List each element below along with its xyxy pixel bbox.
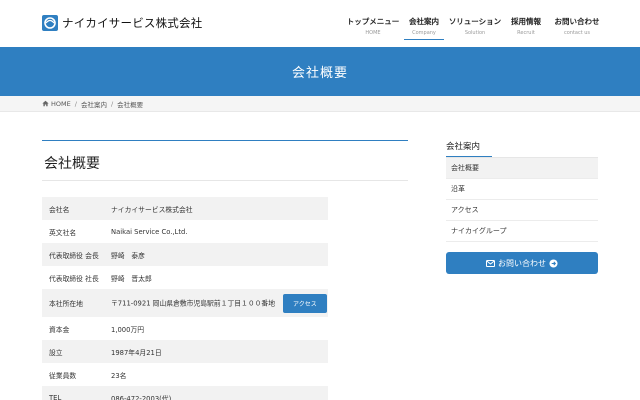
breadcrumb: HOME / 会社案内 / 会社概要 xyxy=(0,96,640,112)
row-label: 設立 xyxy=(42,340,104,363)
table-row: 代表取締役 会長 野崎 泰彦 xyxy=(42,243,328,266)
table-row: 資本金 1,000万円 xyxy=(42,317,328,340)
nav-item-sublabel: Recruit xyxy=(517,30,535,36)
main-content: 会社概要 会社名 ナイカイサービス株式会社 英文社名 Naikai Servic… xyxy=(42,140,408,400)
nav-item-company[interactable]: 会社案内 Company xyxy=(404,0,444,47)
company-info-table: 会社名 ナイカイサービス株式会社 英文社名 Naikai Service Co.… xyxy=(42,197,328,400)
row-value: 野崎 晋太郎 xyxy=(104,266,328,289)
row-label: 会社名 xyxy=(42,197,104,220)
envelope-icon xyxy=(486,259,495,267)
page-title: 会社概要 xyxy=(44,156,100,172)
nav-item-label: トップメニュー xyxy=(346,17,400,26)
table-row: 従業員数 23名 xyxy=(42,363,328,386)
row-value: Naikai Service Co.,Ltd. xyxy=(104,220,328,243)
breadcrumb-home[interactable]: HOME xyxy=(51,100,71,108)
table-row: 本社所在地 〒711-0921 岡山県倉敷市児島駅前１丁目１００番地 アクセス xyxy=(42,289,328,317)
logo-mark-icon xyxy=(42,15,58,31)
sidebar: 会社案内 会社概要 沿革 アクセス ナイカイグループ お問い合わせ xyxy=(446,140,598,274)
row-value: 1,000万円 xyxy=(104,317,328,340)
contact-button[interactable]: お問い合わせ xyxy=(446,252,598,274)
nav-item-label: ソリューション xyxy=(448,17,502,26)
row-label: 英文社名 xyxy=(42,220,104,243)
table-row: 会社名 ナイカイサービス株式会社 xyxy=(42,197,328,220)
sidebar-item-group[interactable]: ナイカイグループ xyxy=(446,221,598,242)
nav-item-solution[interactable]: ソリューション Solution xyxy=(444,0,506,47)
row-label: 代表取締役 社長 xyxy=(42,266,104,289)
site-header: ナイカイサービス株式会社 トップメニュー HOME 会社案内 Company ソ… xyxy=(0,0,640,47)
sidebar-title: 会社案内 xyxy=(446,140,492,157)
contact-button-label: お問い合わせ xyxy=(498,258,546,268)
nav-item-sublabel: contact us xyxy=(563,30,591,36)
nav-item-label: お問い合わせ xyxy=(554,17,600,26)
breadcrumb-separator: / xyxy=(110,99,114,108)
table-row: 設立 1987年4月21日 xyxy=(42,340,328,363)
nav-item-label: 会社案内 xyxy=(409,17,439,26)
row-value-address: 〒711-0921 岡山県倉敷市児島駅前１丁目１００番地 アクセス xyxy=(104,289,328,317)
row-value: 23名 xyxy=(104,363,328,386)
table-row: TEL 086-472-2003(代) xyxy=(42,386,328,400)
row-label: 代表取締役 会長 xyxy=(42,243,104,266)
row-label: 資本金 xyxy=(42,317,104,340)
access-button[interactable]: アクセス xyxy=(283,293,327,313)
nav-item-label: 採用情報 xyxy=(511,17,541,26)
breadcrumb-company[interactable]: 会社案内 xyxy=(81,99,107,109)
breadcrumb-separator: / xyxy=(74,99,77,108)
row-value: 1987年4月21日 xyxy=(104,340,328,363)
nav-item-sublabel: HOME xyxy=(365,30,381,36)
row-value: 086-472-2003(代) xyxy=(104,386,328,400)
row-label: 従業員数 xyxy=(42,363,104,386)
site-logo[interactable]: ナイカイサービス株式会社 xyxy=(42,14,202,32)
arrow-circle-right-icon xyxy=(549,258,558,268)
page-banner: 会社概要 xyxy=(0,47,640,96)
table-row: 代表取締役 社長 野崎 晋太郎 xyxy=(42,266,328,289)
nav-item-contact[interactable]: お問い合わせ contact us xyxy=(546,0,608,47)
home-icon xyxy=(42,100,49,107)
sidebar-item-history[interactable]: 沿革 xyxy=(446,179,598,200)
nav-item-sublabel: Company xyxy=(412,30,436,36)
nav-item-recruit[interactable]: 採用情報 Recruit xyxy=(506,0,546,47)
banner-title: 会社概要 xyxy=(291,66,348,81)
breadcrumb-current: 会社概要 xyxy=(117,100,144,109)
sidebar-item-access[interactable]: アクセス xyxy=(446,200,598,221)
sidebar-item-overview[interactable]: 会社概要 xyxy=(446,158,598,179)
table-row: 英文社名 Naikai Service Co.,Ltd. xyxy=(42,220,328,243)
title-divider xyxy=(42,180,408,181)
row-label: 本社所在地 xyxy=(42,289,104,317)
address-text: 〒711-0921 岡山県倉敷市児島駅前１丁目１００番地 xyxy=(111,299,276,307)
row-value: 野崎 泰彦 xyxy=(104,243,328,266)
nav-item-sublabel: Solution xyxy=(464,30,486,36)
global-nav: トップメニュー HOME 会社案内 Company ソリューション Soluti… xyxy=(342,0,608,47)
sidebar-menu: 会社概要 沿革 アクセス ナイカイグループ xyxy=(446,157,598,242)
row-label: TEL xyxy=(42,386,104,400)
logo-text: ナイカイサービス株式会社 xyxy=(62,16,203,30)
nav-item-home[interactable]: トップメニュー HOME xyxy=(342,0,404,47)
row-value: ナイカイサービス株式会社 xyxy=(104,197,328,220)
